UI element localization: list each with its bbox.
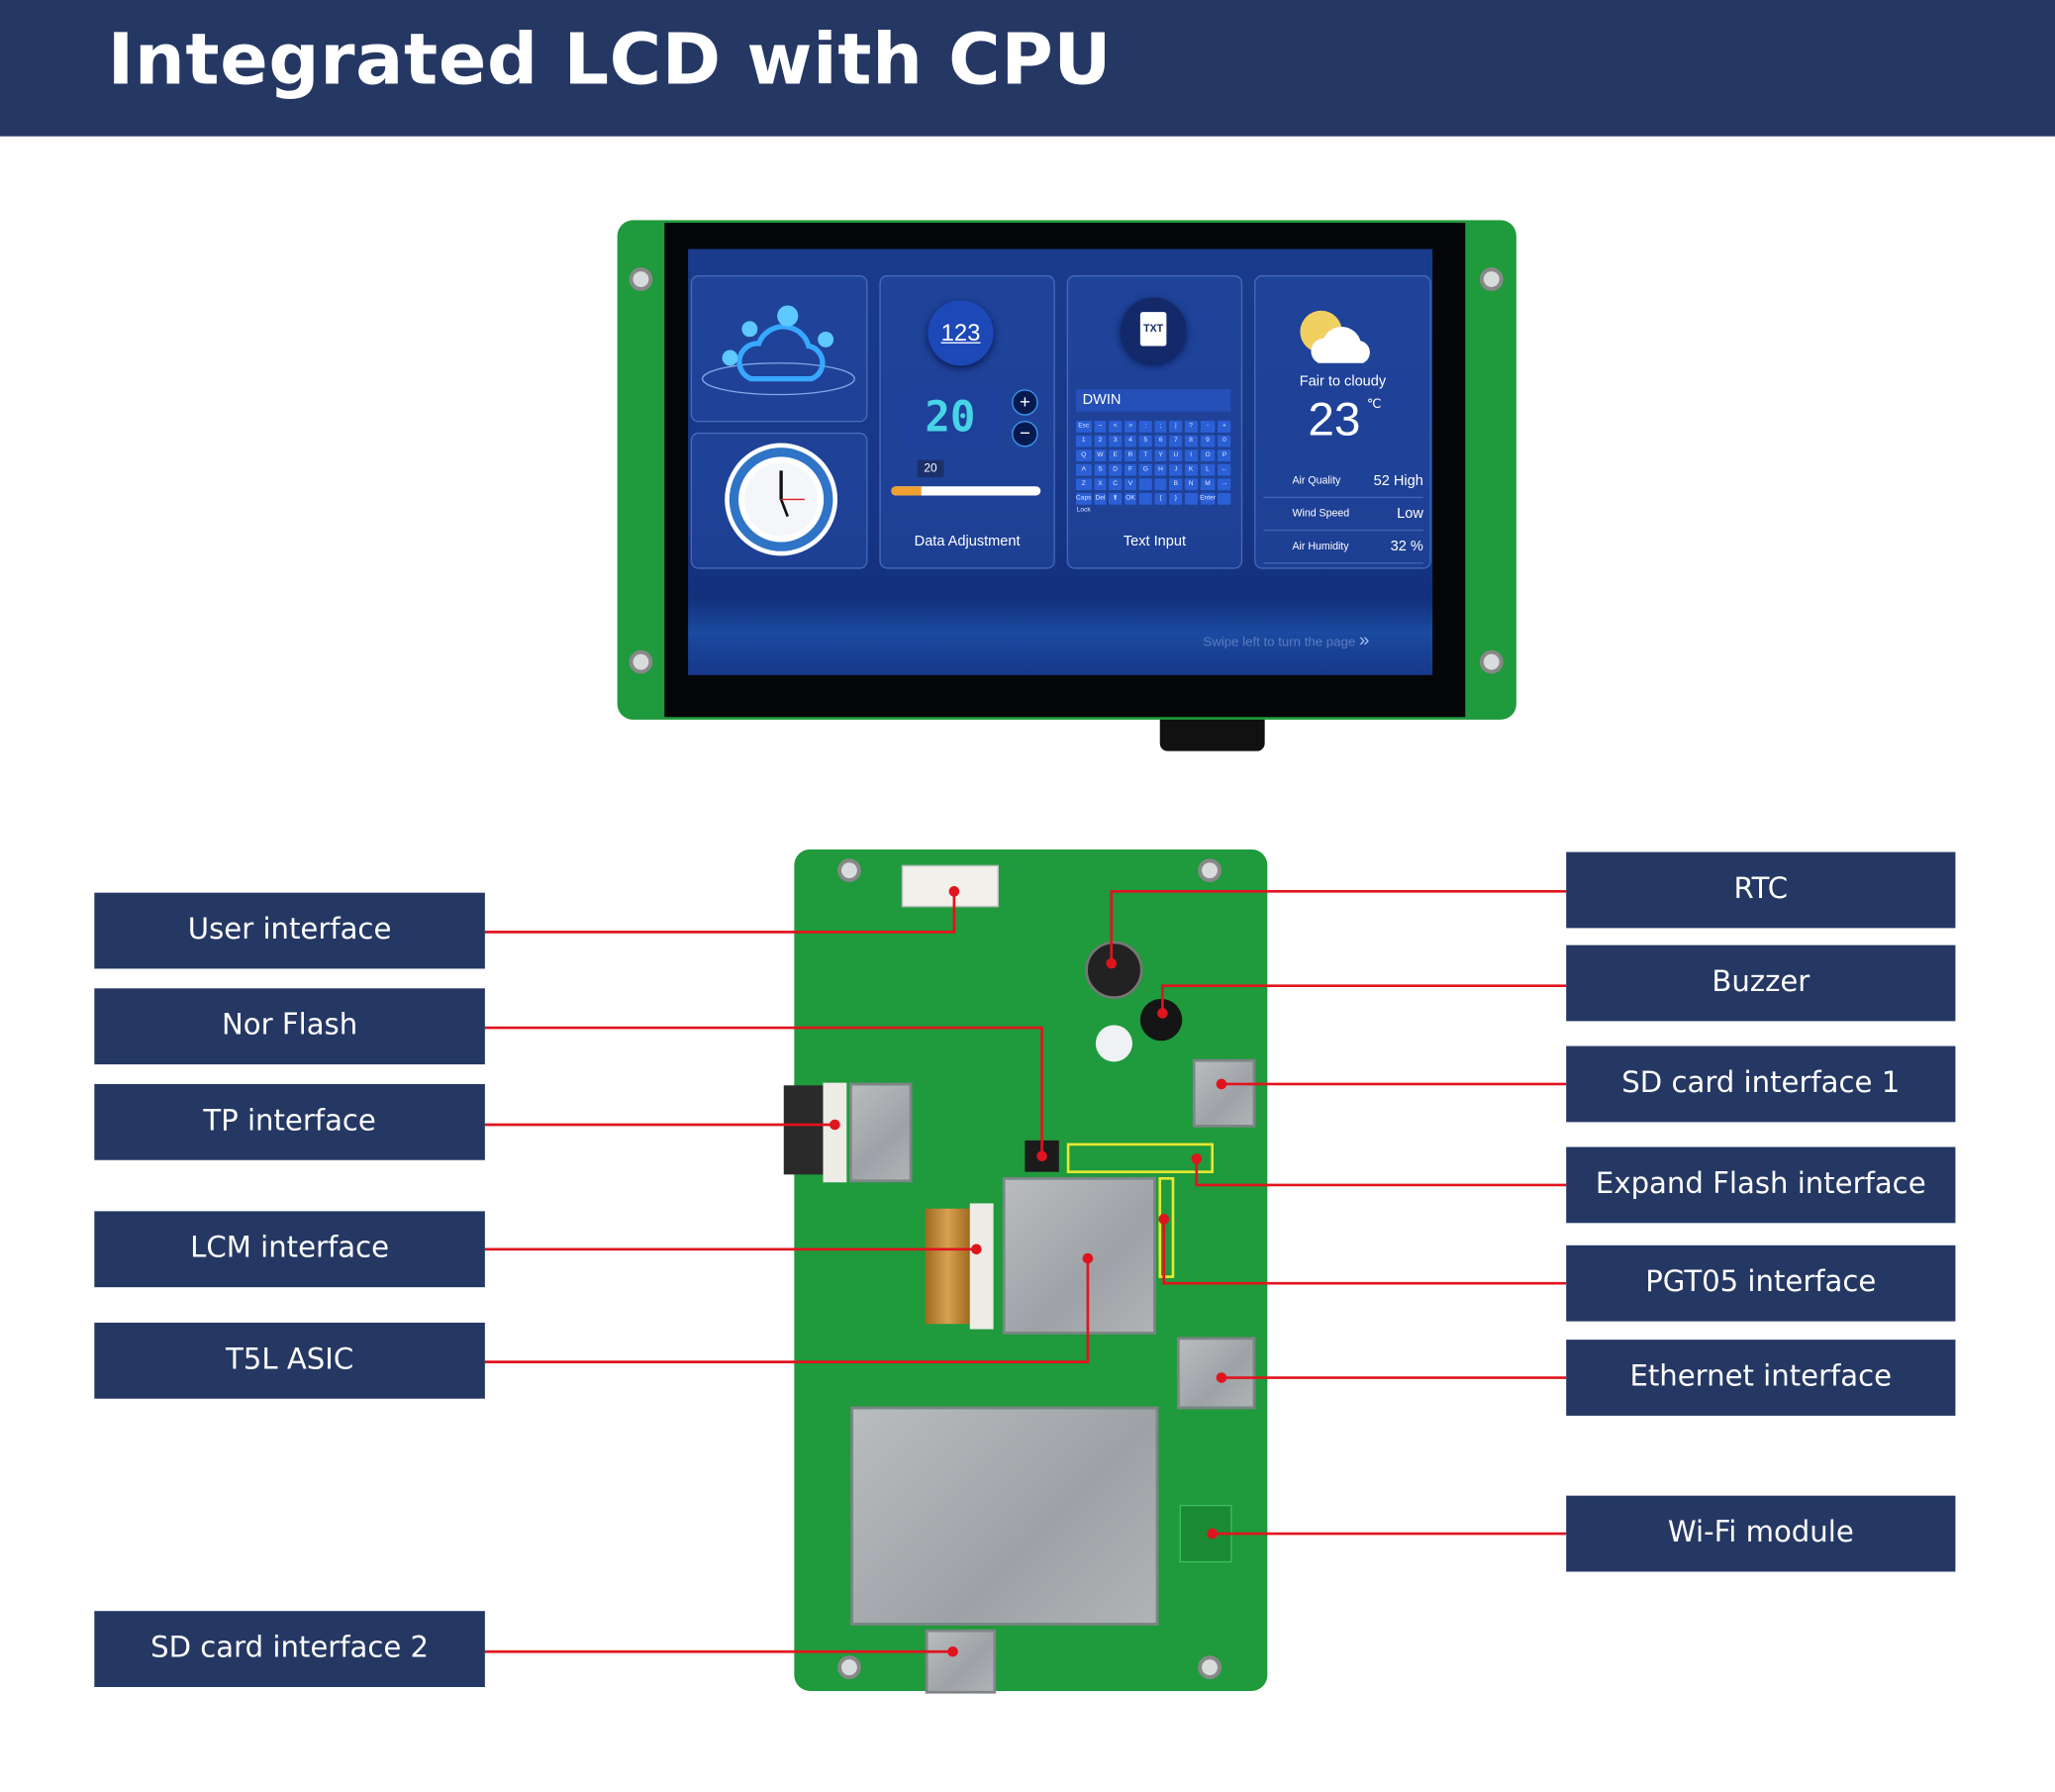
label-buzzer: Buzzer [1566, 945, 1956, 1022]
label-t5l-asic: T5L ASIC [94, 1322, 485, 1399]
leader-dot-wifi [1207, 1528, 1218, 1540]
leader-line-pgt05 [1162, 1219, 1567, 1285]
label-sd-card-interface-2: SD card interface 2 [94, 1611, 485, 1687]
leader-dot-sd-card-1 [1216, 1078, 1227, 1090]
figure: Integrated LCD with CPU 123 20 + − 20 Da… [0, 0, 2055, 1792]
label-ethernet-interface: Ethernet interface [1566, 1340, 1956, 1416]
leader-dot-lcm-interface [971, 1244, 982, 1255]
leader-line-t5l-asic [484, 1258, 1090, 1363]
label-user-interface: User interface [94, 892, 485, 969]
label-sd-card-interface-1: SD card interface 1 [1566, 1045, 1956, 1123]
leader-line-expand-flash [1195, 1158, 1567, 1187]
leader-line-nor-flash [484, 1026, 1043, 1156]
leader-dot-rtc [1106, 957, 1118, 969]
label-expand-flash-interface: Expand Flash interface [1566, 1146, 1956, 1224]
label-tp-interface: TP interface [94, 1083, 485, 1160]
leader-line-user-interface [484, 891, 956, 934]
label-rtc: RTC [1566, 851, 1956, 929]
leader-line-rtc [1110, 889, 1567, 964]
label-pgt05-interface: PGT05 interface [1566, 1244, 1956, 1322]
leader-dot-pgt05 [1158, 1214, 1170, 1225]
leader-dot-expand-flash [1191, 1153, 1203, 1164]
label-lcm-interface: LCM interface [94, 1211, 485, 1288]
leader-dot-nor-flash [1036, 1150, 1047, 1162]
label-nor-flash: Nor Flash [94, 988, 485, 1065]
leader-dot-ethernet [1216, 1372, 1227, 1383]
label-wifi-module: Wi-Fi module [1566, 1495, 1956, 1572]
leader-line-buzzer [1161, 984, 1567, 1014]
leader-dot-sd-card-2 [947, 1645, 958, 1657]
leader-dot-buzzer [1157, 1008, 1168, 1019]
leader-dot-t5l-asic [1082, 1252, 1094, 1264]
leader-dot-user-interface [948, 886, 960, 897]
leader-dot-tp-interface [830, 1119, 840, 1131]
